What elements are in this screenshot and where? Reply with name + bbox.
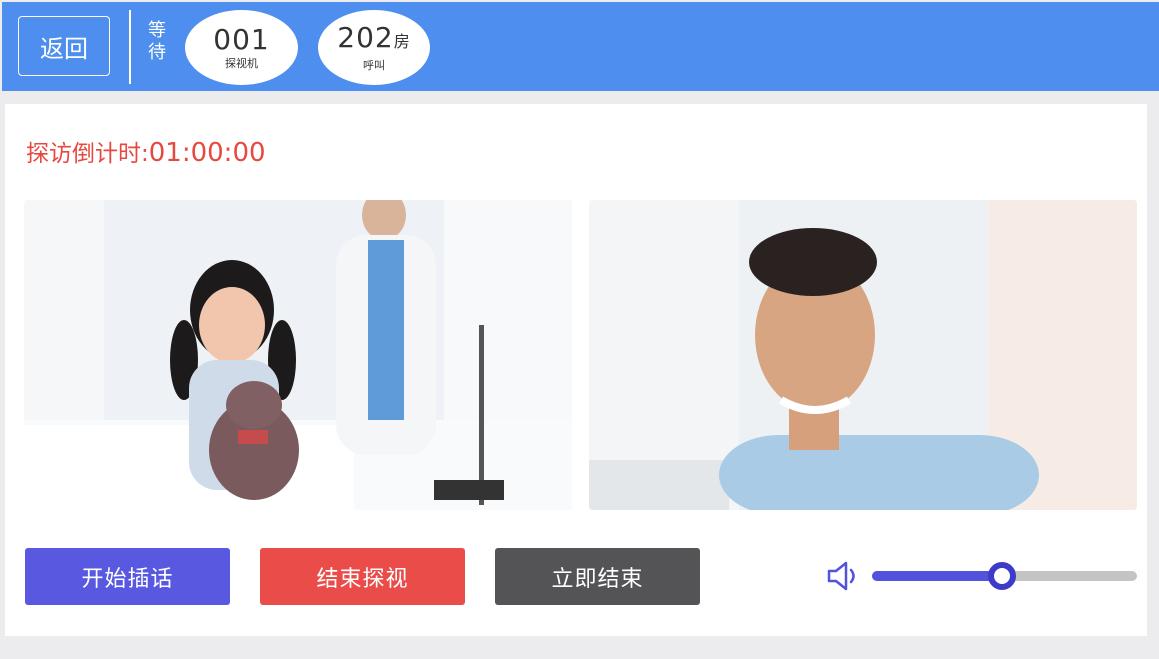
room-number-line: 202房 xyxy=(337,20,411,57)
header-divider xyxy=(129,10,131,84)
countdown-time: 01:00:00 xyxy=(148,138,266,168)
visit-panel: 探访倒计时:01:00:00 开始插话 结束探视 立即结束 xyxy=(5,104,1147,636)
terminal-label: 探视机 xyxy=(225,56,258,70)
waiting-label-char-1: 等 xyxy=(148,20,166,41)
countdown-label: 探访倒计时: xyxy=(26,141,149,167)
terminal-number: 001 xyxy=(213,22,270,56)
visitor-video-image xyxy=(589,200,1137,510)
start-interject-button[interactable]: 开始插话 xyxy=(25,548,230,605)
end-visit-button[interactable]: 结束探视 xyxy=(260,548,465,605)
speaker-icon[interactable] xyxy=(825,559,861,593)
waiting-label-char-2: 待 xyxy=(148,42,166,63)
terminal-badge: 001 探视机 xyxy=(185,10,298,85)
patient-video-image xyxy=(24,200,572,510)
back-button[interactable]: 返回 xyxy=(18,16,110,76)
visitor-video-feed xyxy=(589,200,1137,510)
volume-slider[interactable] xyxy=(872,562,1137,590)
room-call-label: 呼叫 xyxy=(363,58,385,72)
patient-video-feed xyxy=(24,200,572,510)
top-bar: 返回 等 待 001 探视机 202房 呼叫 xyxy=(2,2,1159,91)
volume-slider-fill xyxy=(872,571,1002,581)
visit-countdown: 探访倒计时:01:00:00 xyxy=(26,134,266,168)
volume-slider-handle[interactable] xyxy=(987,562,1016,590)
end-immediately-button[interactable]: 立即结束 xyxy=(495,548,700,605)
room-number: 202 xyxy=(337,20,394,54)
waiting-label: 等 待 xyxy=(143,20,171,64)
room-call-badge: 202房 呼叫 xyxy=(318,10,430,85)
room-unit: 房 xyxy=(393,31,411,51)
